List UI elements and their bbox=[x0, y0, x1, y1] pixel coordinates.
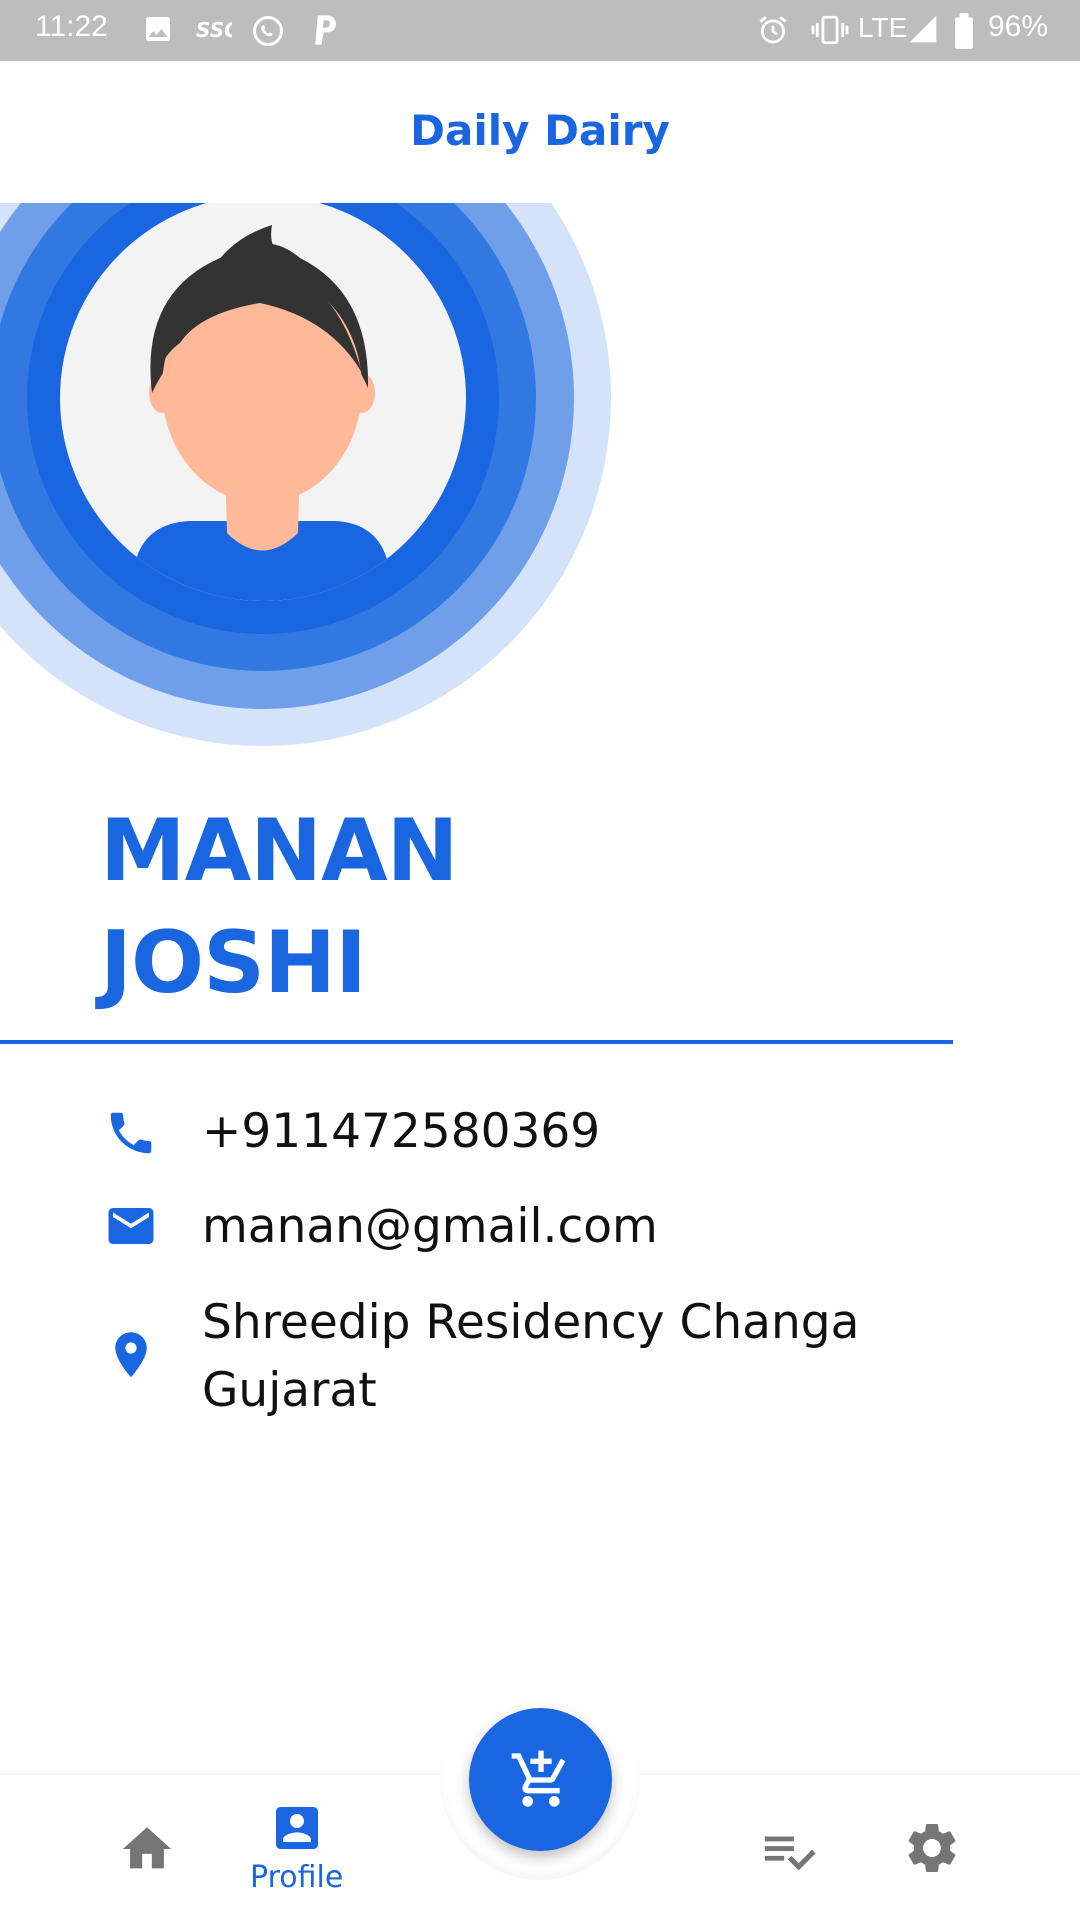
image-icon bbox=[146, 17, 170, 41]
location-pin-icon bbox=[115, 1332, 147, 1378]
phone-icon bbox=[110, 1112, 152, 1154]
user-avatar-illustration bbox=[0, 203, 611, 746]
network-type: LTE bbox=[858, 12, 908, 43]
battery-icon bbox=[955, 13, 973, 49]
email-icon bbox=[108, 1208, 154, 1244]
nav-profile[interactable]: Profile bbox=[250, 1800, 343, 1895]
signal-icon bbox=[909, 15, 937, 43]
profile-icon bbox=[275, 1807, 318, 1849]
add-to-cart-button[interactable] bbox=[469, 1708, 612, 1851]
ssg-icon: SSG bbox=[196, 18, 232, 42]
divider bbox=[0, 1040, 953, 1044]
address-line2: Gujarat bbox=[202, 1363, 377, 1418]
status-bar: 11:22 SSG LTE 96% bbox=[0, 0, 1080, 61]
nav-settings[interactable] bbox=[902, 1818, 962, 1878]
first-name: MANAN bbox=[100, 801, 459, 901]
orders-list-icon bbox=[764, 1836, 816, 1871]
add-to-cart-icon bbox=[511, 1750, 565, 1807]
nav-orders[interactable] bbox=[760, 1822, 818, 1880]
vibrate-icon bbox=[811, 15, 849, 45]
whatsapp-icon bbox=[253, 16, 283, 46]
nav-home[interactable] bbox=[118, 1820, 176, 1878]
phone-number: +911472580369 bbox=[202, 1104, 601, 1159]
app-bar: Daily Dairy bbox=[0, 61, 1080, 203]
status-time: 11:22 bbox=[35, 10, 108, 43]
battery-percent: 96% bbox=[988, 10, 1049, 43]
svg-text:SSG: SSG bbox=[196, 18, 232, 42]
paytm-icon bbox=[315, 15, 336, 45]
last-name: JOSHI bbox=[100, 913, 367, 1013]
alarm-icon bbox=[759, 16, 787, 44]
nav-profile-label: Profile bbox=[250, 1860, 344, 1895]
app-title: Daily Dairy bbox=[410, 106, 670, 155]
profile-name: MANAN JOSHI bbox=[100, 795, 459, 1019]
settings-icon bbox=[908, 1824, 956, 1872]
address-line1: Shreedip Residency Changa bbox=[202, 1295, 860, 1350]
home-icon bbox=[122, 1827, 172, 1869]
email-address: manan@gmail.com bbox=[202, 1199, 658, 1254]
